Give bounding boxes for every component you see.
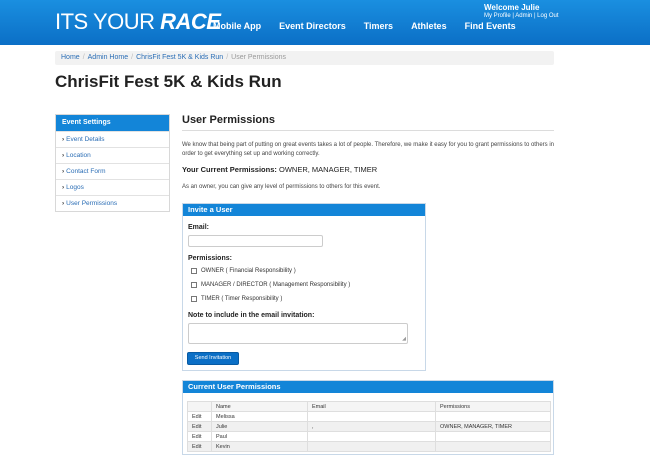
- edit-link[interactable]: Edit: [187, 431, 212, 442]
- user-name-cell: Kevin: [211, 441, 308, 452]
- sidebar: Event Settings › Event Details › Location …: [55, 114, 170, 212]
- permission-label: OWNER ( Financial Responsibility ): [201, 268, 296, 274]
- breadcrumb-admin-home[interactable]: Admin Home: [88, 54, 128, 61]
- current-user-permissions-panel: Current User Permissions Name Email Perm…: [182, 380, 554, 455]
- my-profile-link[interactable]: My Profile: [484, 13, 511, 19]
- sidebar-item-label: Contact Form: [66, 168, 106, 175]
- logo-suffix: RACE: [160, 9, 221, 34]
- sidebar-item-label: Location: [66, 152, 91, 159]
- logout-link[interactable]: Log Out: [537, 13, 558, 19]
- column-header-permissions: Permissions: [435, 401, 551, 412]
- welcome-text: Welcome Julie: [484, 3, 540, 12]
- user-name-cell: Julie: [211, 421, 308, 432]
- current-permissions-value: OWNER, MANAGER, TIMER: [278, 165, 378, 174]
- edit-link[interactable]: Edit: [187, 421, 212, 432]
- nav-mobile-app[interactable]: Mobile App: [213, 21, 261, 31]
- chevron-right-icon: ›: [62, 184, 65, 191]
- breadcrumb-separator: /: [131, 54, 134, 61]
- user-permissions-cell: OWNER, MANAGER, TIMER: [435, 421, 551, 432]
- user-permissions-cell: [435, 411, 551, 422]
- send-invitation-button[interactable]: Send Invitation: [187, 352, 239, 365]
- sidebar-item-logos[interactable]: › Logos: [56, 179, 169, 195]
- table-row: Edit Kevin: [187, 441, 551, 452]
- sidebar-item-location[interactable]: › Location: [56, 147, 169, 163]
- manager-checkbox[interactable]: [191, 282, 197, 288]
- user-email-cell: [307, 431, 436, 442]
- breadcrumb-separator: /: [82, 54, 85, 61]
- edit-link[interactable]: Edit: [187, 441, 212, 452]
- table-header-row: Name Email Permissions: [187, 401, 551, 412]
- sidebar-item-user-permissions[interactable]: › User Permissions: [56, 195, 169, 211]
- permission-timer-row[interactable]: TIMER ( Timer Responsibility ): [191, 296, 282, 302]
- user-email-cell: [307, 441, 436, 452]
- sidebar-item-label: User Permissions: [66, 200, 118, 207]
- chevron-right-icon: ›: [62, 152, 65, 159]
- invite-panel-heading: Invite a User: [183, 204, 425, 216]
- chevron-right-icon: ›: [62, 200, 65, 207]
- permission-label: MANAGER / DIRECTOR ( Management Responsi…: [201, 282, 351, 288]
- current-permissions-line: Your Current Permissions: OWNER, MANAGER…: [182, 165, 377, 174]
- sidebar-item-label: Logos: [66, 184, 84, 191]
- logo-prefix: ITS YOUR: [55, 9, 155, 34]
- resize-grip-icon[interactable]: ◢: [402, 337, 406, 342]
- breadcrumb-event[interactable]: ChrisFit Fest 5K & Kids Run: [136, 54, 223, 61]
- sidebar-item-contact-form[interactable]: › Contact Form: [56, 163, 169, 179]
- nav-find-events[interactable]: Find Events: [465, 21, 516, 31]
- breadcrumb-home[interactable]: Home: [61, 54, 80, 61]
- nav-athletes[interactable]: Athletes: [411, 21, 447, 31]
- breadcrumb: Home / Admin Home / ChrisFit Fest 5K & Kids …: [55, 51, 554, 65]
- user-name-cell: Melissa: [211, 411, 308, 422]
- permission-owner-row[interactable]: OWNER ( Financial Responsibility ): [191, 268, 296, 274]
- main-nav: Mobile App Event Directors Timers Athlet…: [213, 21, 534, 31]
- user-email-cell: [307, 411, 436, 422]
- chevron-right-icon: ›: [62, 136, 65, 143]
- top-header: ITS YOUR RACE Mobile App Event Directors…: [0, 0, 650, 45]
- table-row: Edit Melissa: [187, 411, 551, 422]
- table-row: Edit Paul: [187, 431, 551, 442]
- edit-link[interactable]: Edit: [187, 411, 212, 422]
- sidebar-item-label: Event Details: [66, 136, 105, 143]
- admin-link[interactable]: Admin: [515, 13, 532, 19]
- owner-checkbox[interactable]: [191, 268, 197, 274]
- email-label: Email:: [188, 224, 210, 231]
- permission-manager-row[interactable]: MANAGER / DIRECTOR ( Management Responsi…: [191, 282, 350, 288]
- timer-checkbox[interactable]: [191, 296, 197, 302]
- current-permissions-label: Your Current Permissions:: [182, 165, 277, 174]
- breadcrumb-separator: /: [226, 54, 229, 61]
- invitation-note-textarea[interactable]: ◢: [188, 323, 408, 344]
- user-permissions-cell: [435, 441, 551, 452]
- user-email-cell: ,: [307, 421, 436, 432]
- breadcrumb-current: User Permissions: [231, 54, 287, 61]
- table-row: Edit Julie , OWNER, MANAGER, TIMER: [187, 421, 551, 432]
- section-title: User Permissions: [182, 114, 275, 126]
- sidebar-heading: Event Settings: [56, 115, 169, 131]
- note-label: Note to include in the email invitation:: [188, 312, 315, 319]
- permissions-table: Name Email Permissions Edit Melissa Edit…: [187, 401, 551, 452]
- permission-label: TIMER ( Timer Responsibility ): [201, 296, 283, 302]
- intro-text: We know that being part of putting on gr…: [182, 142, 554, 157]
- user-name-cell: Paul: [211, 431, 308, 442]
- user-links: My Profile | Admin | Log Out: [484, 13, 559, 19]
- column-header-action: [187, 401, 212, 412]
- owner-note: As an owner, you can give any level of p…: [182, 184, 381, 190]
- chevron-right-icon: ›: [62, 168, 65, 175]
- permissions-label: Permissions:: [188, 255, 232, 262]
- page-title: ChrisFit Fest 5K & Kids Run: [55, 72, 282, 91]
- nav-timers[interactable]: Timers: [364, 21, 393, 31]
- current-permissions-heading: Current User Permissions: [183, 381, 553, 393]
- email-field[interactable]: [188, 235, 323, 247]
- invite-user-panel: Invite a User Email: Permissions: OWNER …: [182, 203, 426, 371]
- sidebar-item-event-details[interactable]: › Event Details: [56, 131, 169, 147]
- column-header-email: Email: [307, 401, 436, 412]
- section-divider: [182, 130, 554, 131]
- column-header-name: Name: [211, 401, 308, 412]
- user-permissions-cell: [435, 431, 551, 442]
- nav-event-directors[interactable]: Event Directors: [279, 21, 346, 31]
- site-logo[interactable]: ITS YOUR RACE: [55, 9, 221, 35]
